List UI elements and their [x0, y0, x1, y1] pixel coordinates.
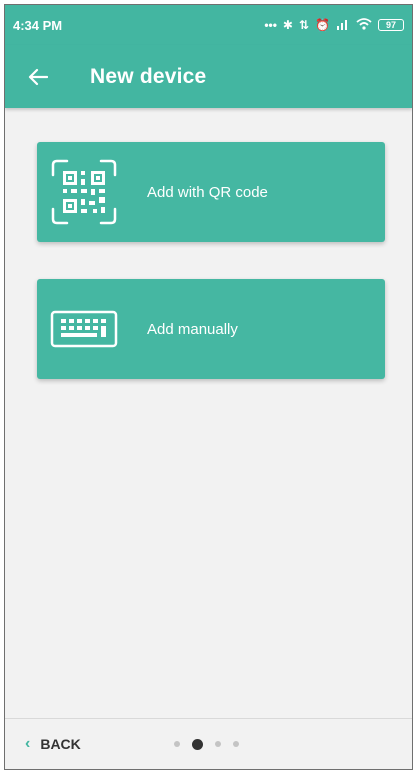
- dots-icon: •••: [264, 18, 277, 32]
- page-dot-active: [192, 738, 203, 750]
- page-indicator: [174, 738, 239, 750]
- status-icons: ••• ✱ ⇅ ⏰ 97: [264, 17, 404, 33]
- status-bar: 4:34 PM ••• ✱ ⇅ ⏰ 97: [5, 5, 412, 45]
- option-label: Add manually: [147, 320, 238, 338]
- option-label: Add with QR code: [147, 183, 268, 201]
- alarm-icon: ⏰: [315, 18, 330, 32]
- data-icon: ⇅: [298, 18, 310, 32]
- status-time: 4:34 PM: [13, 17, 63, 33]
- page-dot: [233, 741, 239, 747]
- battery-icon: 97: [378, 19, 404, 31]
- chevron-left-icon: ‹: [25, 735, 31, 752]
- page-title: New device: [90, 64, 207, 88]
- bluetooth-icon: ✱: [282, 18, 293, 32]
- arrow-left-icon[interactable]: [16, 55, 60, 99]
- page-dot: [215, 741, 221, 747]
- add-manually-button[interactable]: Add manually: [37, 279, 385, 379]
- page-dot: [174, 741, 180, 747]
- keyboard-icon: [45, 290, 123, 368]
- signal-icon: [336, 18, 350, 33]
- add-with-qr-code-button[interactable]: Add with QR code: [37, 142, 385, 242]
- back-label: BACK: [40, 736, 81, 752]
- app-bar: New device: [5, 45, 412, 108]
- phone-screen: 4:34 PM ••• ✱ ⇅ ⏰ 97 New device Add with…: [4, 4, 413, 770]
- back-button[interactable]: ‹ BACK: [25, 735, 81, 753]
- wifi-icon: [356, 17, 372, 33]
- bottom-navigation: ‹ BACK: [5, 718, 412, 769]
- qr-code-icon: [45, 153, 123, 231]
